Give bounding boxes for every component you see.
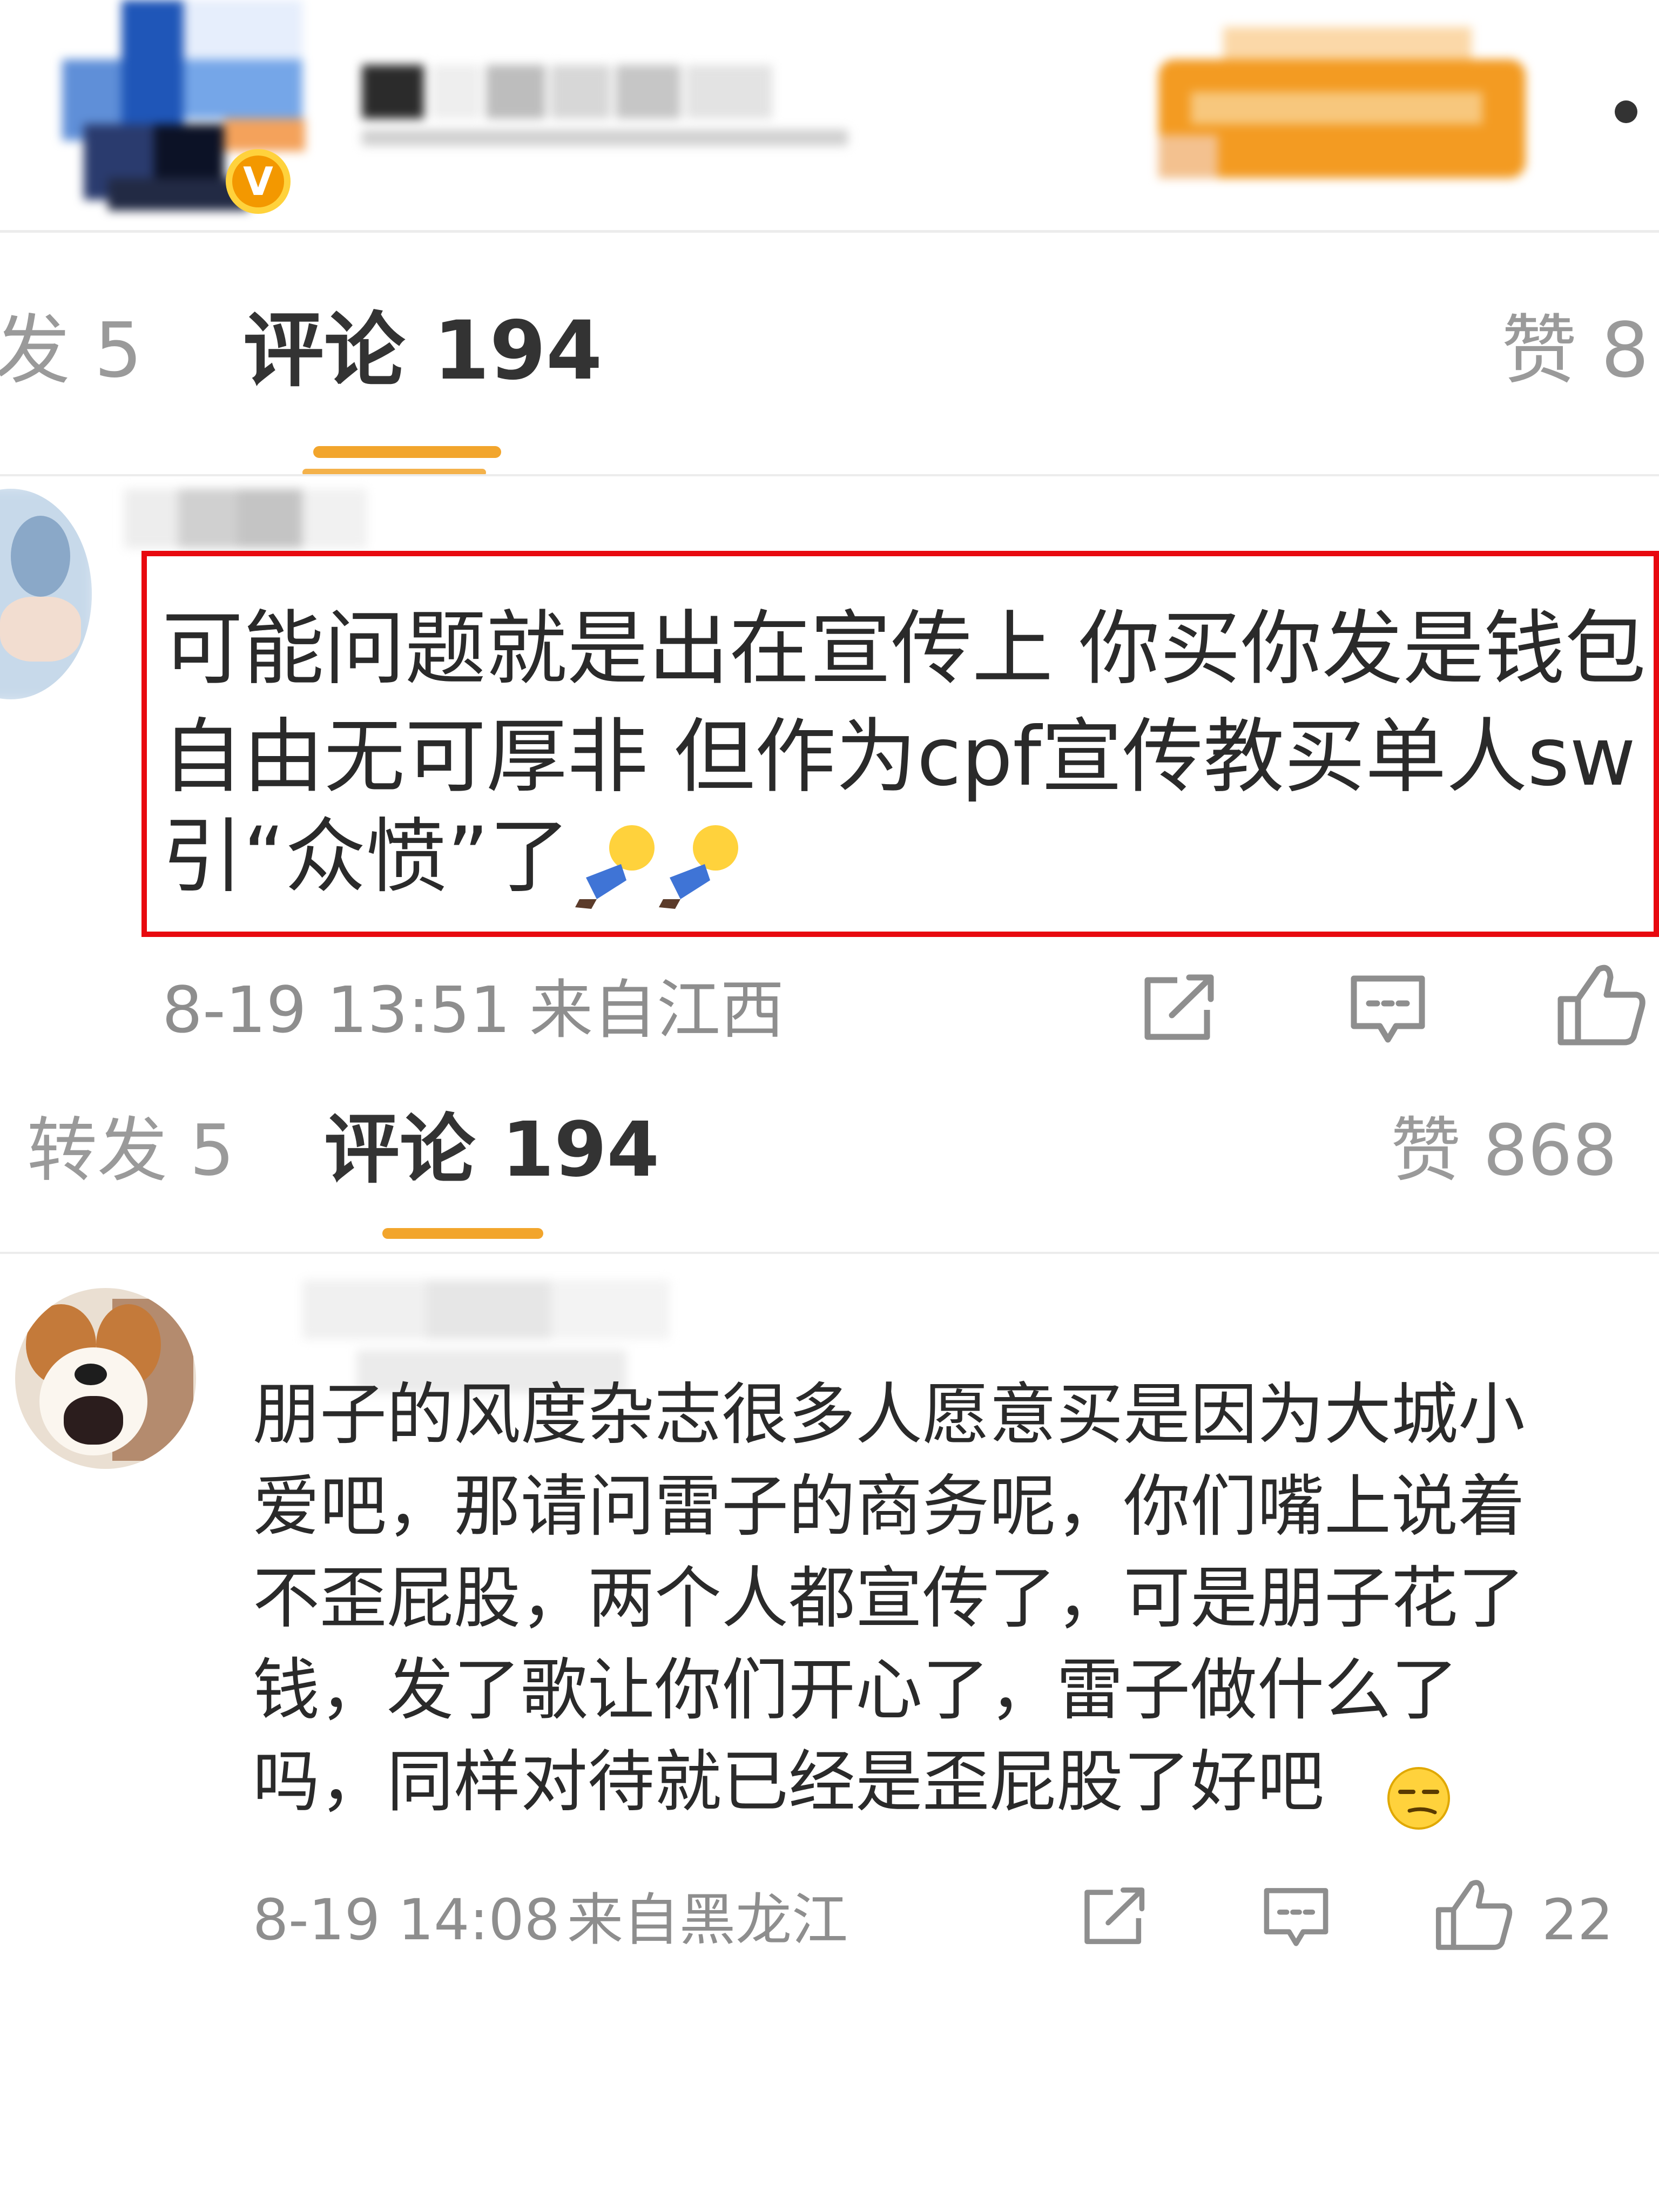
- comment-icon[interactable]: [1261, 1885, 1331, 1948]
- verified-badge-icon: V: [226, 149, 291, 214]
- profile-avatar[interactable]: V: [0, 0, 335, 227]
- highlight-box: [141, 551, 1659, 937]
- profile-username[interactable]: [362, 54, 880, 162]
- like-icon[interactable]: [1555, 961, 1647, 1048]
- active-tab-indicator: [313, 446, 501, 458]
- like-icon[interactable]: [1434, 1877, 1514, 1952]
- active-tab-indicator: [382, 1228, 543, 1239]
- comment-line-1: 朋子的风度杂志很多人愿意买是因为大城小: [253, 1376, 1526, 1454]
- comment-time: 8-19 14:08: [253, 1887, 560, 1953]
- tab-likes[interactable]: 赞 868: [1391, 1110, 1617, 1191]
- comment-line-3: 不歪屁股，两个人都宣传了，可是朋子花了: [253, 1560, 1526, 1637]
- like-count: 22: [1542, 1887, 1614, 1953]
- commenter-avatar[interactable]: [15, 1288, 196, 1469]
- tab-repost[interactable]: 发 5: [0, 308, 143, 394]
- comment-icon[interactable]: [1347, 972, 1428, 1045]
- comment-line-5: 吗，同样对待就已经是歪屁股了好吧: [253, 1743, 1325, 1821]
- tab-divider: [0, 474, 1659, 476]
- comment-time: 8-19 13:51: [162, 973, 511, 1047]
- tab-comments[interactable]: 评论 194: [324, 1110, 659, 1191]
- comment-line-2: 爱吧，那请问雷子的商务呢，你们嘴上说着: [253, 1468, 1526, 1546]
- tab-repost[interactable]: 转发 5: [27, 1110, 234, 1191]
- tab-comments[interactable]: 评论 194: [243, 308, 602, 394]
- smirk-emoji: [1387, 1767, 1450, 1830]
- comment-line-4: 钱，发了歌让你们开心了，雷子做什么了: [253, 1651, 1459, 1729]
- header-divider: [0, 230, 1659, 233]
- commenter-avatar[interactable]: [0, 489, 92, 699]
- comment-location: 来自江西: [529, 973, 785, 1047]
- tab-likes[interactable]: 赞 8: [1501, 308, 1649, 394]
- commenter-username[interactable]: [124, 489, 367, 548]
- comment-location: 来自黑龙江: [567, 1887, 848, 1953]
- tab-divider: [0, 1252, 1659, 1254]
- share-icon[interactable]: [1139, 972, 1220, 1042]
- share-icon[interactable]: [1080, 1885, 1150, 1947]
- follow-button[interactable]: [1158, 27, 1526, 189]
- more-options-icon[interactable]: [1615, 100, 1637, 123]
